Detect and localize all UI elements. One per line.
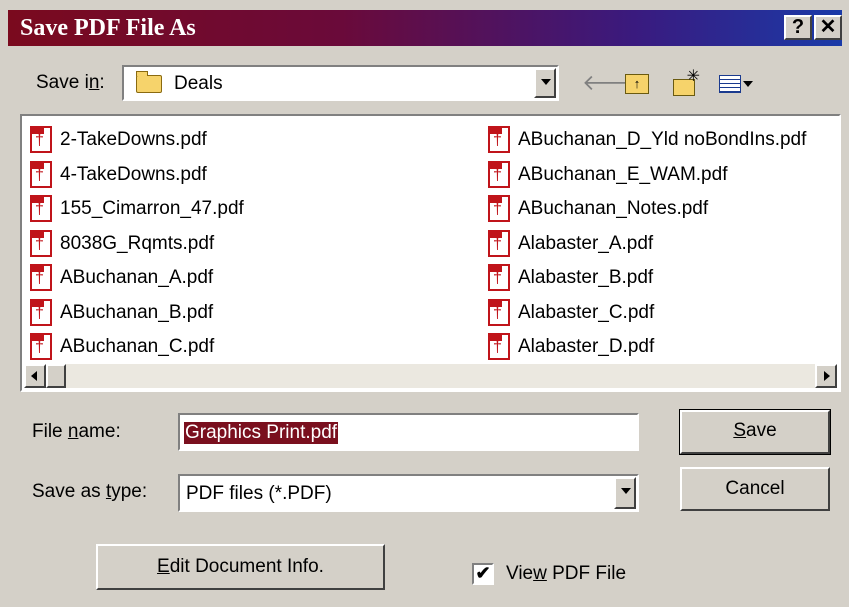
- edit-document-info-button[interactable]: Edit Document Info.: [96, 544, 385, 590]
- pdf-file-icon: [30, 160, 52, 188]
- save-in-dropdown[interactable]: Deals: [122, 65, 559, 101]
- up-one-level-icon[interactable]: ↑: [622, 70, 652, 96]
- save-pdf-dialog: Save PDF File As ? ✕ Save in: Deals 🡐 ↑ …: [0, 0, 849, 607]
- pdf-file-icon: [488, 229, 510, 257]
- pdf-file-icon: [30, 126, 52, 153]
- help-button[interactable]: ?: [784, 15, 812, 40]
- file-name: 8038G_Rqmts.pdf: [60, 232, 215, 254]
- close-button[interactable]: ✕: [814, 15, 842, 40]
- save-as-type-dropdown[interactable]: PDF files (*.PDF): [178, 474, 639, 512]
- back-arrow-icon[interactable]: 🡐: [582, 70, 641, 96]
- pdf-file-icon: [30, 298, 52, 326]
- file-name: ABuchanan_D_Yld noBondIns.pdf: [518, 129, 807, 150]
- new-folder-icon[interactable]: ✳: [668, 68, 700, 96]
- save-in-label: Save in:: [36, 72, 105, 93]
- pdf-file-icon: [30, 333, 52, 360]
- view-pdf-checkbox[interactable]: ✔: [472, 563, 494, 585]
- pdf-file-icon: [488, 333, 510, 360]
- file-name: ABuchanan_C.pdf: [60, 336, 215, 357]
- pdf-file-icon: [488, 160, 510, 188]
- save-in-value: Deals: [174, 73, 223, 94]
- file-name: 155_Cimarron_47.pdf: [60, 198, 244, 219]
- horizontal-scrollbar[interactable]: [24, 364, 837, 388]
- pdf-file-icon: [30, 195, 52, 222]
- file-name-label: File name:: [32, 421, 121, 442]
- file-name: Alabaster_D.pdf: [518, 336, 655, 357]
- file-list[interactable]: 2-TakeDowns.pdf 4-TakeDowns.pdf 155_Cimarr…: [20, 114, 841, 392]
- pdf-file-icon: [30, 264, 52, 291]
- cancel-button[interactable]: Cancel: [680, 467, 830, 511]
- scroll-right-icon[interactable]: [815, 364, 837, 388]
- file-name: ABuchanan_A.pdf: [60, 267, 214, 288]
- file-name: 2-TakeDowns.pdf: [60, 129, 207, 150]
- view-pdf-label[interactable]: View PDF File: [506, 563, 626, 585]
- scroll-left-icon[interactable]: [24, 364, 46, 388]
- scrollbar-thumb[interactable]: [46, 364, 66, 388]
- pdf-file-icon: [488, 126, 510, 153]
- pdf-file-icon: [488, 195, 510, 222]
- pdf-file-icon: [488, 298, 510, 326]
- file-name: Alabaster_A.pdf: [518, 232, 654, 254]
- title-bar[interactable]: Save PDF File As ? ✕: [8, 10, 842, 46]
- file-name: Alabaster_B.pdf: [518, 267, 654, 288]
- chevron-down-icon[interactable]: [614, 477, 636, 509]
- window-title: Save PDF File As: [20, 15, 196, 41]
- file-name: ABuchanan_E_WAM.pdf: [518, 163, 728, 185]
- view-menu-icon[interactable]: [714, 70, 758, 96]
- save-button[interactable]: Save: [679, 409, 831, 455]
- file-name-value: Graphics Print.pdf: [184, 422, 339, 444]
- save-as-type-label: Save as type:: [32, 481, 148, 502]
- folder-icon: [136, 71, 162, 93]
- file-name: ABuchanan_Notes.pdf: [518, 198, 709, 219]
- save-as-type-value: PDF files (*.PDF): [186, 483, 332, 504]
- file-name: Alabaster_C.pdf: [518, 301, 655, 323]
- file-name: 4-TakeDowns.pdf: [60, 163, 207, 185]
- pdf-file-icon: [488, 264, 510, 291]
- pdf-file-icon: [30, 229, 52, 257]
- chevron-down-icon[interactable]: [534, 68, 556, 98]
- file-name-input[interactable]: Graphics Print.pdf: [178, 413, 639, 451]
- file-name: ABuchanan_B.pdf: [60, 301, 214, 323]
